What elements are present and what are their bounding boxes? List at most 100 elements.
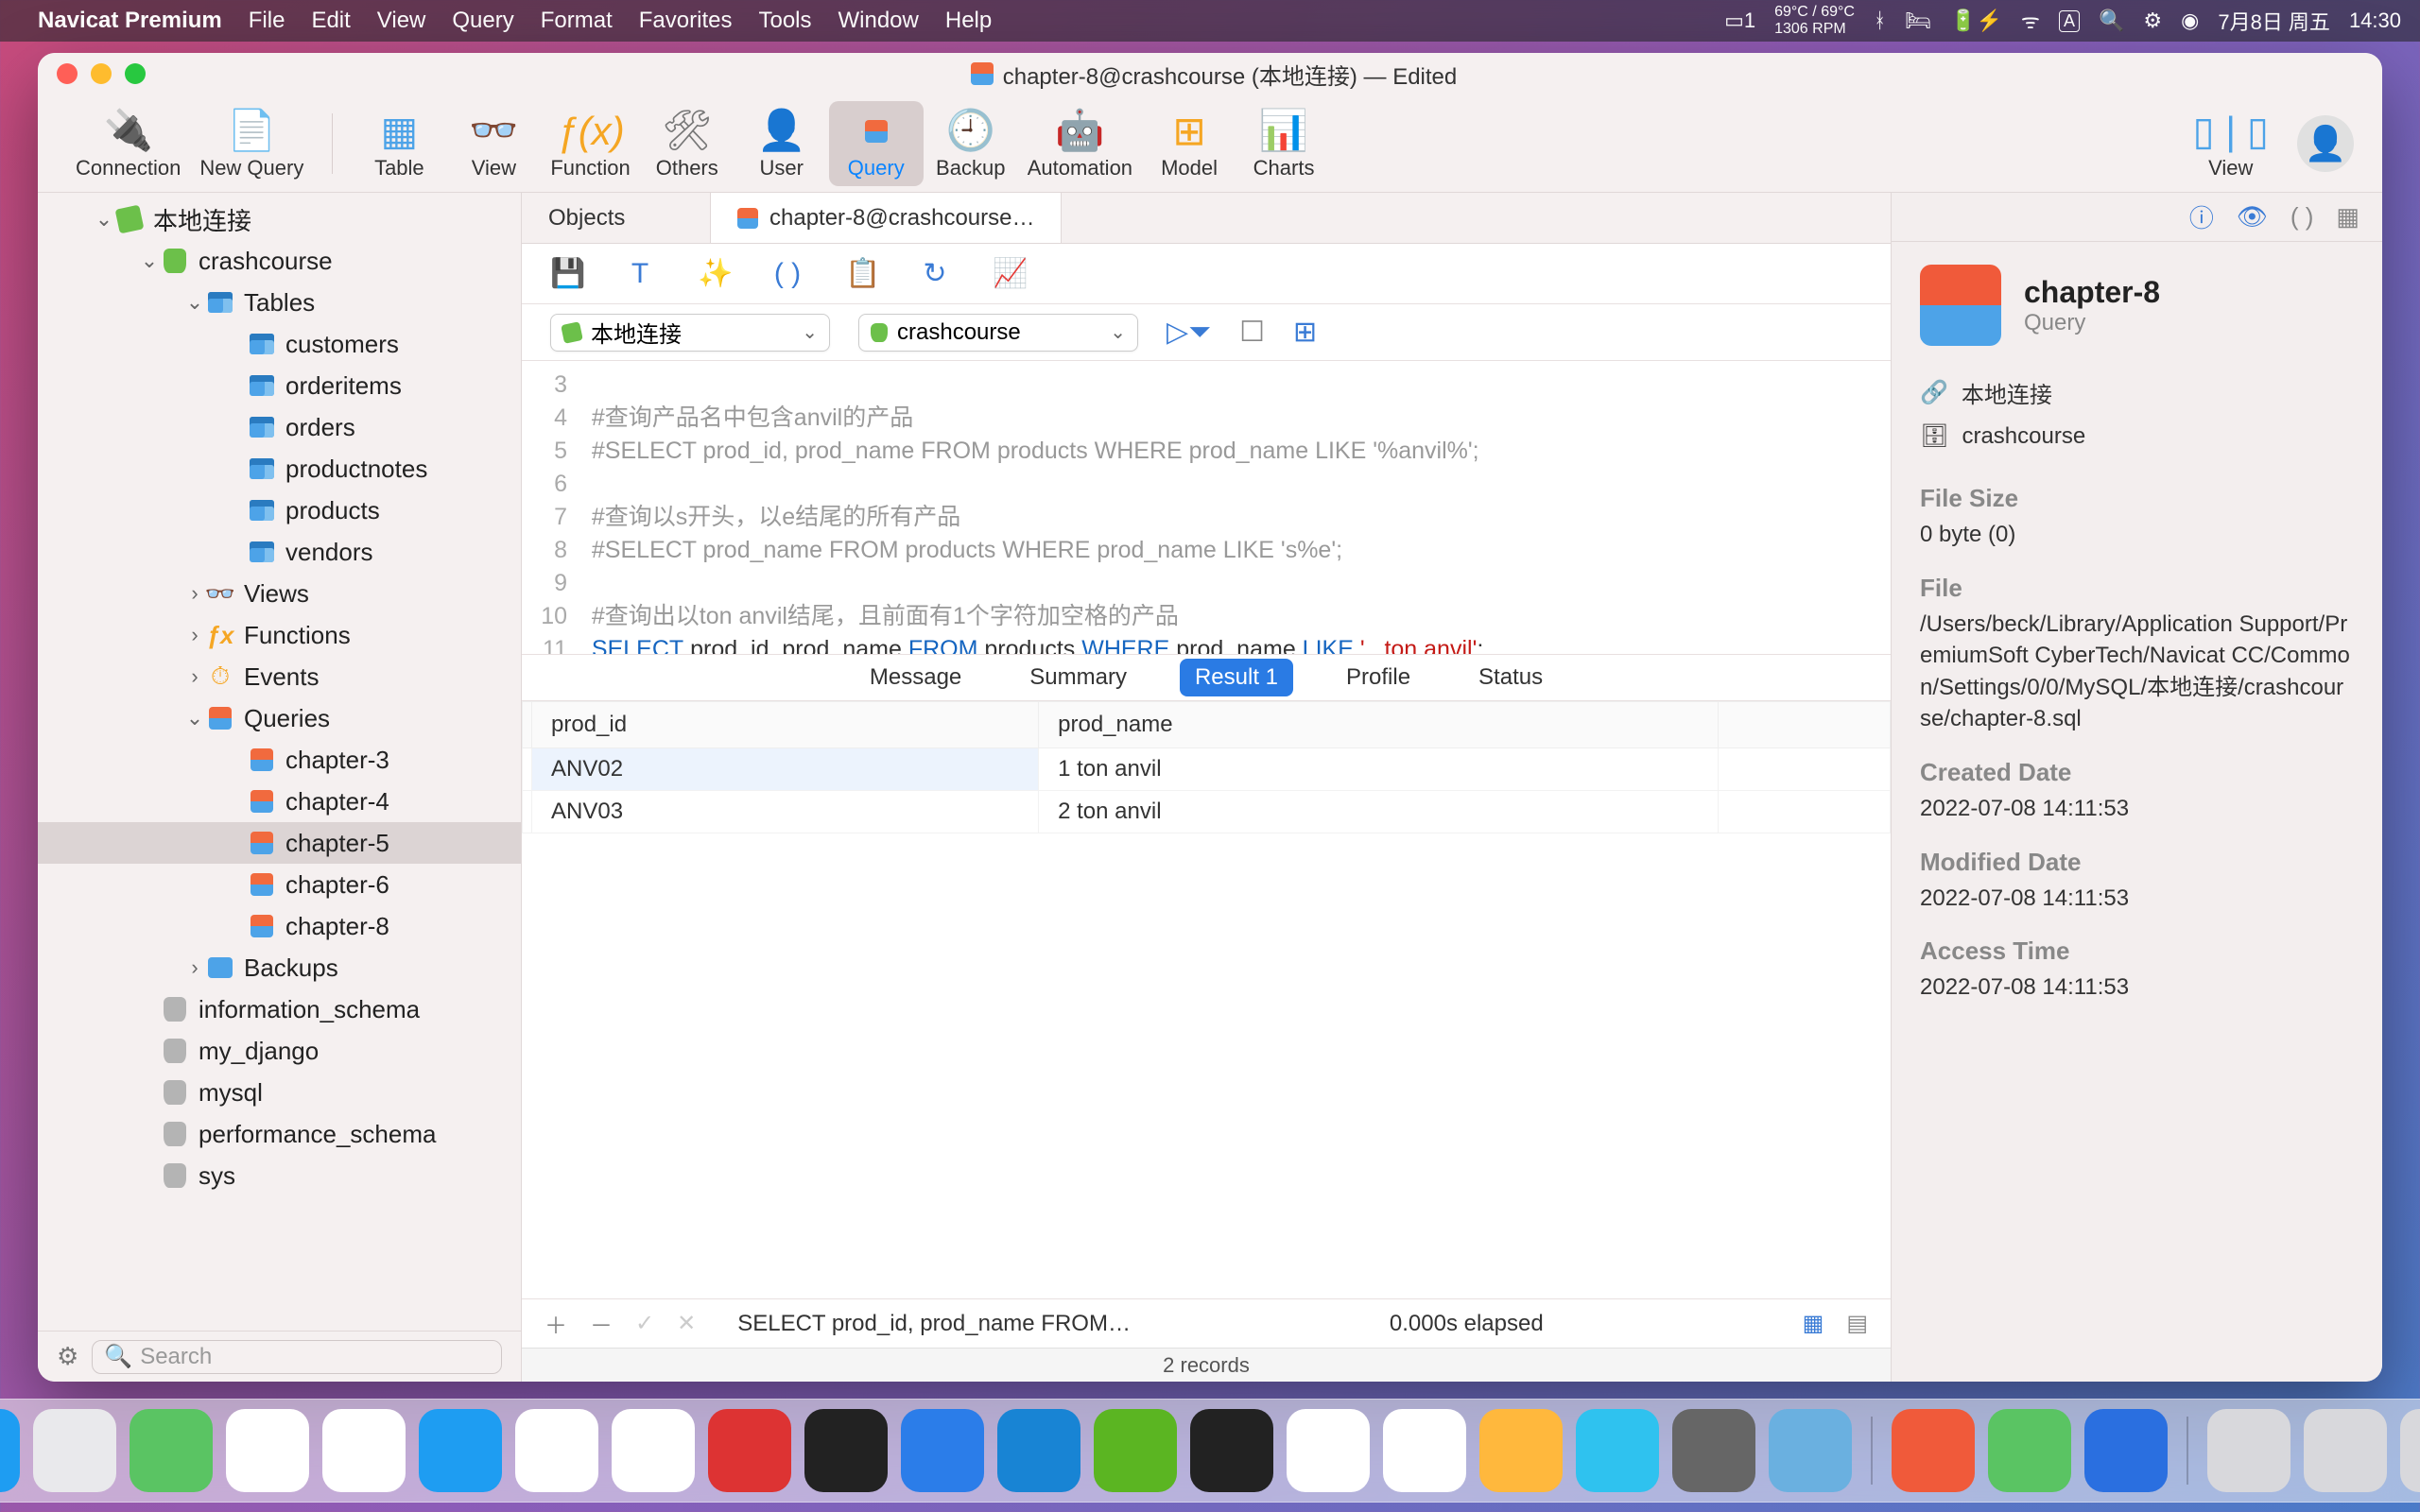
dock-pycharm[interactable] xyxy=(804,1409,888,1492)
dock-netease[interactable] xyxy=(708,1409,791,1492)
result-tab-profile[interactable]: Profile xyxy=(1331,659,1426,696)
dock-launchpad[interactable] xyxy=(33,1409,116,1492)
siri-icon[interactable]: ◉ xyxy=(2181,9,2199,33)
tree-database-performance_schema[interactable]: performance_schema xyxy=(38,1113,521,1155)
dock-terminal[interactable] xyxy=(1190,1409,1273,1492)
status-temperature[interactable]: 69°C / 69°C 1306 RPM xyxy=(1774,4,1855,37)
tree-table-customers[interactable]: customers xyxy=(38,323,521,365)
tree-table-vendors[interactable]: vendors xyxy=(38,531,521,573)
bluetooth-icon[interactable]: ᚼ xyxy=(1874,9,1886,33)
chart-button[interactable]: 📈 xyxy=(993,257,1025,290)
dock-appstore[interactable] xyxy=(419,1409,502,1492)
dock-downloads[interactable] xyxy=(2207,1409,2290,1492)
window-zoom-button[interactable] xyxy=(125,63,146,84)
ddl-icon[interactable]: ( ) xyxy=(2290,202,2314,232)
grid-view-icon[interactable]: ▦ xyxy=(1803,1310,1824,1337)
connection-selector[interactable]: 本地连接⌄ xyxy=(550,314,830,352)
dock-todesk[interactable] xyxy=(2084,1409,2168,1492)
battery-icon[interactable]: 🔋⚡ xyxy=(1950,9,2002,33)
tree-views-folder[interactable]: ›👓Views xyxy=(38,573,521,614)
tree-table-orderitems[interactable]: orderitems xyxy=(38,365,521,406)
dock-folder1[interactable] xyxy=(1576,1409,1659,1492)
tree-database-mysql[interactable]: mysql xyxy=(38,1072,521,1113)
menu-favorites[interactable]: Favorites xyxy=(639,8,733,34)
menubar-time[interactable]: 14:30 xyxy=(2349,9,2401,33)
toolbar-model[interactable]: ⊞Model xyxy=(1142,101,1236,186)
table-cell[interactable]: ANV03 xyxy=(532,791,1039,833)
column-header[interactable]: prod_name xyxy=(1039,702,1719,748)
toolbar-automation[interactable]: 🤖Automation xyxy=(1018,101,1142,186)
table-cell[interactable]: 1 ton anvil xyxy=(1039,748,1719,791)
result-tab-status[interactable]: Status xyxy=(1463,659,1558,696)
toolbar-query[interactable]: Query xyxy=(829,101,924,186)
tree-query-chapter-8[interactable]: chapter-8 xyxy=(38,905,521,947)
menu-window[interactable]: Window xyxy=(838,8,919,34)
tree-table-products[interactable]: products xyxy=(38,490,521,531)
result-grid[interactable]: prod_idprod_nameANV021 ton anvilANV032 t… xyxy=(522,701,1891,1298)
save-button[interactable]: 💾 xyxy=(550,257,582,290)
dock-recent[interactable] xyxy=(2304,1409,2387,1492)
menu-file[interactable]: File xyxy=(249,8,285,34)
toolbar-new-query[interactable]: 📄New Query xyxy=(190,101,313,186)
brackets-button[interactable]: ( ) xyxy=(771,258,804,290)
sidebar-settings-icon[interactable]: ⚙ xyxy=(57,1342,78,1371)
info-database-link[interactable]: 🗄crashcourse xyxy=(1920,422,2354,450)
beautify-button[interactable]: ✨ xyxy=(698,257,730,290)
dock-facetime[interactable] xyxy=(1988,1409,2071,1492)
preview-icon[interactable]: 👁 xyxy=(2237,202,2268,232)
stop-button[interactable]: ☐ xyxy=(1239,316,1265,349)
dock-messages[interactable] xyxy=(130,1409,213,1492)
sidebar-search[interactable]: 🔍 Search xyxy=(92,1340,502,1374)
explain-button[interactable]: ↻ xyxy=(919,257,951,290)
table-cell[interactable]: ANV02 xyxy=(532,748,1039,791)
database-selector[interactable]: crashcourse⌄ xyxy=(858,314,1138,352)
menu-view[interactable]: View xyxy=(377,8,426,34)
info-icon[interactable]: ⓘ xyxy=(2189,199,2214,234)
result-tab-result1[interactable]: Result 1 xyxy=(1180,659,1293,696)
result-tab-message[interactable]: Message xyxy=(855,659,977,696)
tree-tables-folder[interactable]: ⌄Tables xyxy=(38,282,521,323)
grid-delete-row[interactable]: － xyxy=(590,1307,613,1340)
tree-table-orders[interactable]: orders xyxy=(38,406,521,448)
toolbar-connection[interactable]: 🔌Connection xyxy=(66,101,190,186)
grid-form-icon[interactable]: ▤ xyxy=(1846,1310,1868,1337)
grid-icon[interactable]: ▦ xyxy=(2336,202,2360,232)
dock-player[interactable] xyxy=(1287,1409,1370,1492)
tree-database-crashcourse[interactable]: ⌄crashcourse xyxy=(38,240,521,282)
menu-help[interactable]: Help xyxy=(945,8,992,34)
tab-query-chapter8[interactable]: chapter-8@crashcourse… xyxy=(711,193,1062,243)
result-tab-summary[interactable]: Summary xyxy=(1014,659,1142,696)
menubar-date[interactable]: 7月8日 周五 xyxy=(2218,6,2330,36)
toolbar-panel-view[interactable]: ▯ | ▯View xyxy=(2184,101,2278,186)
dock-settings[interactable] xyxy=(1672,1409,1755,1492)
toolbar-charts[interactable]: 📊Charts xyxy=(1236,101,1331,186)
toolbar-others[interactable]: 🛠Others xyxy=(640,101,735,186)
column-header[interactable]: prod_id xyxy=(532,702,1039,748)
grid-commit[interactable]: ✓ xyxy=(635,1310,654,1337)
tree-query-chapter-5[interactable]: chapter-5 xyxy=(38,822,521,864)
sql-editor[interactable]: 34567891011 #查询产品名中包含anvil的产品 #SELECT pr… xyxy=(522,361,1891,654)
tree-table-productnotes[interactable]: productnotes xyxy=(38,448,521,490)
dock-navicat[interactable] xyxy=(1892,1409,1975,1492)
dock-finder[interactable] xyxy=(0,1409,20,1492)
tree-database-sys[interactable]: sys xyxy=(38,1155,521,1196)
toolbar-backup[interactable]: 🕘Backup xyxy=(924,101,1018,186)
toolbar-function[interactable]: ƒ(x)Function xyxy=(541,101,639,186)
dock-trash[interactable] xyxy=(2400,1409,2420,1492)
toolbar-user[interactable]: 👤User xyxy=(735,101,829,186)
table-row[interactable]: ANV021 ton anvil xyxy=(523,748,1891,791)
dock-wechat[interactable] xyxy=(612,1409,695,1492)
tree-database-information_schema[interactable]: information_schema xyxy=(38,988,521,1030)
menu-tools[interactable]: Tools xyxy=(758,8,811,34)
dock-vscode[interactable] xyxy=(901,1409,984,1492)
snippet-button[interactable]: 📋 xyxy=(845,257,877,290)
window-minimize-button[interactable] xyxy=(91,63,112,84)
tree-query-chapter-6[interactable]: chapter-6 xyxy=(38,864,521,905)
control-center-icon[interactable]: ⚙ xyxy=(2143,9,2162,33)
grid-add-row[interactable]: ＋ xyxy=(544,1307,567,1340)
tree-query-chapter-4[interactable]: chapter-4 xyxy=(38,781,521,822)
menubar-app-name[interactable]: Navicat Premium xyxy=(38,8,222,34)
table-row[interactable]: ANV032 ton anvil xyxy=(523,791,1891,833)
tree-database-my_django[interactable]: my_django xyxy=(38,1030,521,1072)
dock-qq[interactable] xyxy=(515,1409,598,1492)
